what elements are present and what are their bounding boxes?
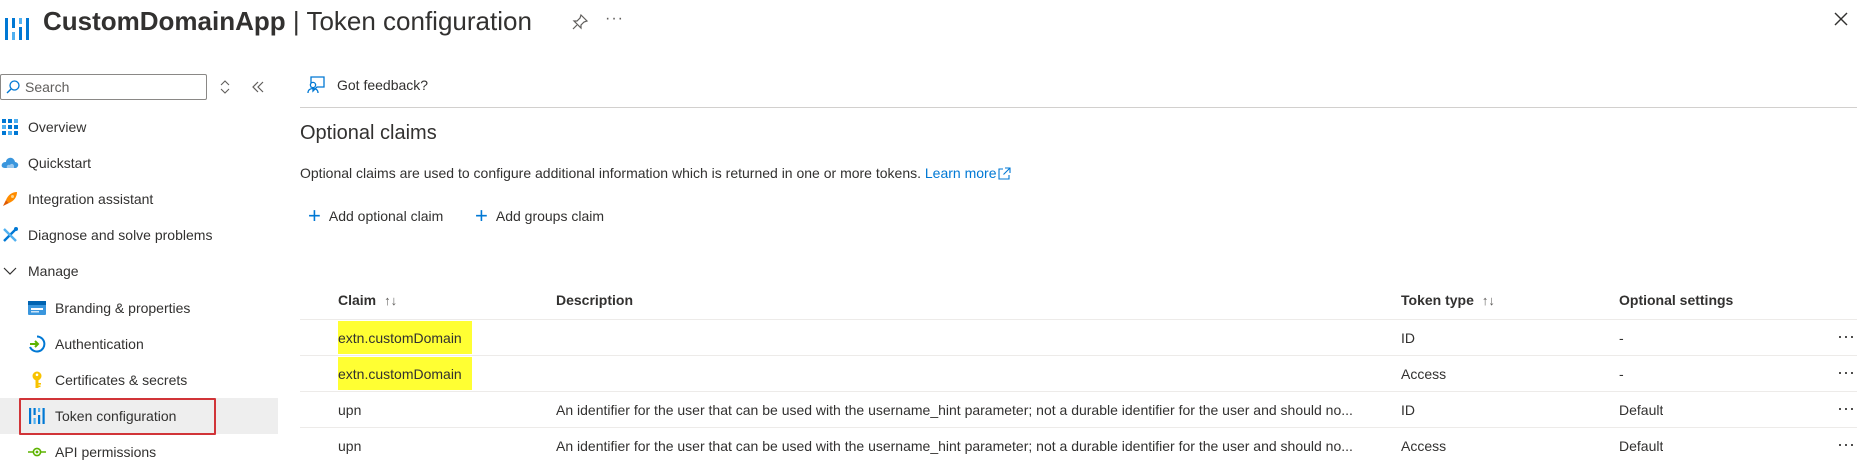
plus-icon: + xyxy=(475,203,488,228)
token-type-cell: Access xyxy=(1401,437,1447,454)
column-header-description: Description xyxy=(556,292,633,308)
token-bars-icon xyxy=(27,406,47,426)
token-type-cell: ID xyxy=(1401,329,1415,346)
app-name: CustomDomainApp xyxy=(43,6,286,36)
cloud-icon xyxy=(0,153,20,173)
page-header: CustomDomainApp | Token configuration ··… xyxy=(0,0,1857,50)
feedback-label: Got feedback? xyxy=(337,77,429,93)
section-description: Optional claims are used to configure ad… xyxy=(300,165,1012,181)
sort-toggle-icon[interactable] xyxy=(218,79,232,95)
claim-cell: extn.customDomain xyxy=(338,356,472,391)
pin-icon[interactable] xyxy=(571,13,589,31)
sidebar-item-label: Authentication xyxy=(55,336,144,352)
section-title: Optional claims xyxy=(300,122,437,144)
optional-settings-cell: Default xyxy=(1619,437,1664,454)
title-separator: | xyxy=(292,6,300,36)
sidebar-group-manage[interactable]: Manage xyxy=(0,253,278,289)
add-groups-claim-label: Add groups claim xyxy=(495,208,605,224)
rocket-icon xyxy=(0,189,20,209)
description-cell: An identifier for the user that can be u… xyxy=(556,437,1353,454)
add-optional-claim-label: Add optional claim xyxy=(328,208,444,224)
key-icon xyxy=(27,370,47,390)
more-options-button[interactable]: ··· xyxy=(605,10,624,28)
token-configuration-logo-icon xyxy=(4,14,30,44)
token-type-cell: Access xyxy=(1401,365,1447,382)
branding-icon xyxy=(27,298,47,318)
close-icon[interactable] xyxy=(1832,10,1850,28)
column-header-token-type[interactable]: Token type ↑↓ xyxy=(1401,292,1495,308)
sort-icon[interactable]: ↑↓ xyxy=(384,293,397,308)
api-permissions-icon xyxy=(27,442,47,462)
optional-settings-cell: Default xyxy=(1619,401,1664,418)
authentication-icon xyxy=(27,334,47,354)
row-more-button[interactable]: ··· xyxy=(1837,434,1855,455)
highlighted-claim: extn.customDomain xyxy=(338,357,472,390)
column-header-label: Claim xyxy=(338,292,377,308)
sidebar-item-label: API permissions xyxy=(55,444,157,460)
row-more-button[interactable]: ··· xyxy=(1837,362,1855,383)
sidebar-item-token-configuration[interactable]: Token configuration xyxy=(0,398,278,434)
description-cell: An identifier for the user that can be u… xyxy=(556,401,1353,418)
add-optional-claim-button[interactable]: + Add optional claim xyxy=(308,205,443,227)
sort-icon[interactable]: ↑↓ xyxy=(1482,293,1495,308)
chevron-down-icon xyxy=(0,261,20,281)
sidebar-item-api-permissions[interactable]: API permissions xyxy=(0,434,278,470)
sidebar-item-label: Token configuration xyxy=(55,408,177,424)
sidebar-item-label: Branding & properties xyxy=(55,300,191,316)
column-header-optional-settings: Optional settings xyxy=(1619,292,1733,308)
collapse-sidebar-icon[interactable] xyxy=(250,79,266,95)
description-cell xyxy=(556,320,1396,355)
search-box[interactable] xyxy=(0,74,207,100)
column-header-label: Description xyxy=(556,292,634,308)
page-title: CustomDomainApp | Token configuration xyxy=(43,6,532,37)
wrench-icon xyxy=(0,225,20,245)
search-icon xyxy=(5,79,21,95)
feedback-icon xyxy=(307,76,325,94)
toolbar-divider xyxy=(300,107,1857,108)
page-name: Token configuration xyxy=(306,6,532,36)
table-row[interactable]: upn An identifier for the user that can … xyxy=(300,391,1857,427)
sidebar-item-branding[interactable]: Branding & properties xyxy=(0,290,278,326)
sidebar-item-label: Diagnose and solve problems xyxy=(28,227,213,243)
column-header-claim[interactable]: Claim ↑↓ xyxy=(338,292,397,308)
sidebar-item-overview[interactable]: Overview xyxy=(0,109,278,145)
table-row[interactable]: extn.customDomain ID - ··· xyxy=(300,319,1857,355)
sidebar-item-diagnose[interactable]: Diagnose and solve problems xyxy=(0,217,278,253)
learn-more-label: Learn more xyxy=(924,165,997,181)
row-more-button[interactable]: ··· xyxy=(1837,326,1855,347)
feedback-button[interactable]: Got feedback? xyxy=(307,76,428,94)
sidebar-item-authentication[interactable]: Authentication xyxy=(0,326,278,362)
learn-more-link[interactable]: Learn more xyxy=(925,165,1012,181)
row-more-button[interactable]: ··· xyxy=(1837,398,1855,419)
claim-cell: extn.customDomain xyxy=(338,320,472,355)
table-row[interactable]: upn An identifier for the user that can … xyxy=(300,427,1857,463)
optional-settings-cell: - xyxy=(1619,365,1624,382)
sidebar-item-label: Overview xyxy=(28,119,87,135)
sidebar-item-label: Certificates & secrets xyxy=(55,372,188,388)
sidebar-item-label: Quickstart xyxy=(28,155,92,171)
claim-cell: upn xyxy=(338,437,362,454)
highlighted-claim: extn.customDomain xyxy=(338,321,472,354)
add-groups-claim-button[interactable]: + Add groups claim xyxy=(475,205,604,227)
column-header-label: Token type xyxy=(1401,292,1474,308)
search-input[interactable] xyxy=(25,77,203,97)
description-text: Optional claims are used to configure ad… xyxy=(300,165,921,181)
sidebar-item-certificates[interactable]: Certificates & secrets xyxy=(0,362,278,398)
table-row[interactable]: extn.customDomain Access - ··· xyxy=(300,355,1857,391)
sidebar-item-label: Manage xyxy=(28,263,79,279)
overview-grid-icon xyxy=(0,117,20,137)
plus-icon: + xyxy=(308,203,321,228)
external-link-icon xyxy=(998,167,1012,180)
sidebar-item-quickstart[interactable]: Quickstart xyxy=(0,145,278,181)
sidebar-item-integration-assistant[interactable]: Integration assistant xyxy=(0,181,278,217)
sidebar-item-label: Integration assistant xyxy=(28,191,154,207)
claim-cell: upn xyxy=(338,401,362,418)
optional-settings-cell: - xyxy=(1619,329,1624,346)
description-cell xyxy=(556,356,1396,391)
column-header-label: Optional settings xyxy=(1619,292,1734,308)
token-type-cell: ID xyxy=(1401,401,1415,418)
